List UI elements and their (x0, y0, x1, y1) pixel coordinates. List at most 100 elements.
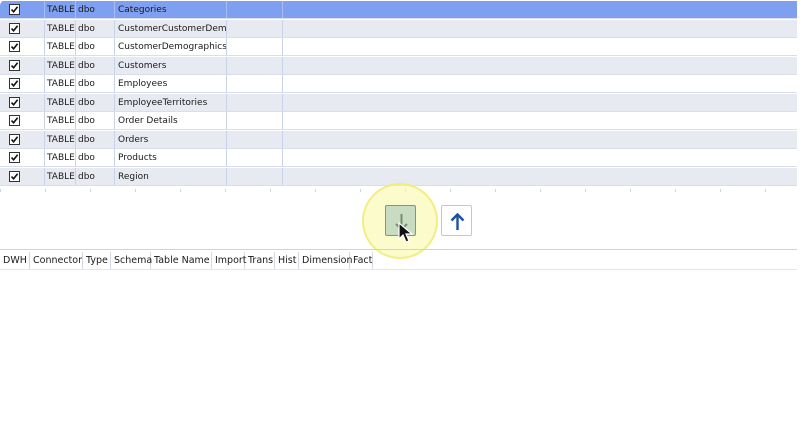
row-divider (0, 18, 797, 19)
table-row[interactable]: TABLE dbo Order Details (0, 112, 797, 130)
table-name-cell: Orders (115, 131, 227, 149)
arrow-up-icon (450, 212, 465, 230)
column-header-connector[interactable]: Connector (30, 252, 83, 269)
import-checkbox-cell (0, 57, 45, 75)
column-header-trans[interactable]: Trans (245, 252, 275, 269)
checkmark-icon (10, 43, 19, 51)
import-checkbox[interactable] (9, 97, 20, 108)
empty-cell (227, 20, 283, 38)
table-row[interactable]: TABLE dbo Employees (0, 75, 797, 93)
table-row[interactable]: TABLE dbo Categories (0, 1, 797, 19)
import-checkbox[interactable] (9, 4, 20, 15)
table-type-cell: TABLE (45, 94, 76, 112)
table-row[interactable]: TABLE dbo Customers (0, 57, 797, 75)
import-checkbox[interactable] (9, 171, 20, 182)
import-checkbox[interactable] (9, 134, 20, 145)
column-header-schema[interactable]: Schema (111, 252, 152, 269)
checkmark-icon (10, 62, 19, 70)
checkmark-icon (10, 6, 19, 14)
import-checkbox[interactable] (9, 41, 20, 52)
table-name-cell: CustomerCustomerDemo (115, 20, 227, 38)
column-header-import[interactable]: Import (212, 252, 247, 269)
checkmark-icon (10, 117, 19, 125)
schema-cell: dbo (76, 38, 115, 56)
import-checkbox[interactable] (9, 60, 20, 71)
column-header-table-name[interactable]: Table Name (151, 252, 212, 269)
import-checkbox[interactable] (9, 115, 20, 126)
table-type-cell: TABLE (45, 57, 76, 75)
checkmark-icon (10, 136, 19, 144)
row-divider (0, 129, 797, 130)
row-divider (0, 92, 797, 93)
table-name-cell: Region (115, 168, 227, 186)
empty-cell (227, 75, 283, 93)
schema-cell: dbo (76, 168, 115, 186)
import-checkbox-cell (0, 94, 45, 112)
import-checkbox-cell (0, 1, 45, 19)
table-type-cell: TABLE (45, 112, 76, 130)
table-row[interactable]: TABLE dbo Orders (0, 131, 797, 149)
table-row[interactable]: TABLE dbo CustomerCustomerDemo (0, 20, 797, 38)
schema-cell: dbo (76, 112, 115, 130)
import-checkbox-cell (0, 168, 45, 186)
schema-cell: dbo (76, 57, 115, 75)
empty-cell (227, 131, 283, 149)
table-type-cell: TABLE (45, 38, 76, 56)
empty-cell (227, 112, 283, 130)
checkmark-icon (10, 25, 19, 33)
table-row[interactable]: TABLE dbo EmployeeTerritories (0, 94, 797, 112)
table-name-cell: Products (115, 149, 227, 167)
table-name-cell: Order Details (115, 112, 227, 130)
table-type-cell: TABLE (45, 75, 76, 93)
empty-cell (227, 149, 283, 167)
import-checkbox-cell (0, 131, 45, 149)
empty-cell (227, 1, 283, 19)
schema-cell: dbo (76, 20, 115, 38)
import-checkbox[interactable] (9, 152, 20, 163)
schema-cell: dbo (76, 75, 115, 93)
table-row[interactable]: TABLE dbo CustomerDemographics (0, 38, 797, 56)
grid-divider (0, 249, 797, 250)
table-name-cell: Categories (115, 1, 227, 19)
table-type-cell: TABLE (45, 149, 76, 167)
import-checkbox-cell (0, 38, 45, 56)
table-type-cell: TABLE (45, 1, 76, 19)
checkmark-icon (10, 154, 19, 162)
empty-cell (227, 57, 283, 75)
schema-cell: dbo (76, 1, 115, 19)
import-checkbox[interactable] (9, 78, 20, 89)
empty-cell (227, 38, 283, 56)
row-divider (0, 55, 797, 56)
dwh-tables-grid: DWH Connector Type Schema Table Name Import Tr… (0, 249, 797, 446)
column-header-dimension[interactable]: Dimension (299, 252, 353, 269)
column-header-type[interactable]: Type (83, 252, 111, 269)
schema-cell: dbo (76, 131, 115, 149)
import-checkbox-cell (0, 112, 45, 130)
checkmark-icon (10, 173, 19, 181)
column-header-hist[interactable]: Hist (275, 252, 299, 269)
import-checkbox[interactable] (9, 23, 20, 34)
import-checkbox-cell (0, 20, 45, 38)
checkmark-icon (10, 80, 19, 88)
table-name-cell: Customers (115, 57, 227, 75)
schema-cell: dbo (76, 94, 115, 112)
column-header-fact[interactable]: Fact (350, 252, 373, 269)
import-checkbox-cell (0, 75, 45, 93)
import-checkbox-cell (0, 149, 45, 167)
table-name-cell: Employees (115, 75, 227, 93)
dwh-grid-header: DWH Connector Type Schema Table Name Import Tr… (0, 252, 797, 270)
mouse-cursor-icon (398, 222, 414, 243)
table-type-cell: TABLE (45, 168, 76, 186)
table-name-cell: CustomerDemographics (115, 38, 227, 56)
app-window: TABLE dbo Categories TABLE dbo CustomerCustom… (0, 0, 800, 446)
checkmark-icon (10, 99, 19, 107)
column-header-dwh[interactable]: DWH (0, 252, 30, 269)
schema-cell: dbo (76, 149, 115, 167)
source-tables-grid: TABLE dbo Categories TABLE dbo CustomerCustom… (0, 0, 800, 192)
empty-cell (227, 94, 283, 112)
table-type-cell: TABLE (45, 20, 76, 38)
move-up-button[interactable] (441, 205, 472, 236)
empty-cell (227, 168, 283, 186)
row-divider (0, 166, 797, 167)
table-row[interactable]: TABLE dbo Products (0, 149, 797, 167)
